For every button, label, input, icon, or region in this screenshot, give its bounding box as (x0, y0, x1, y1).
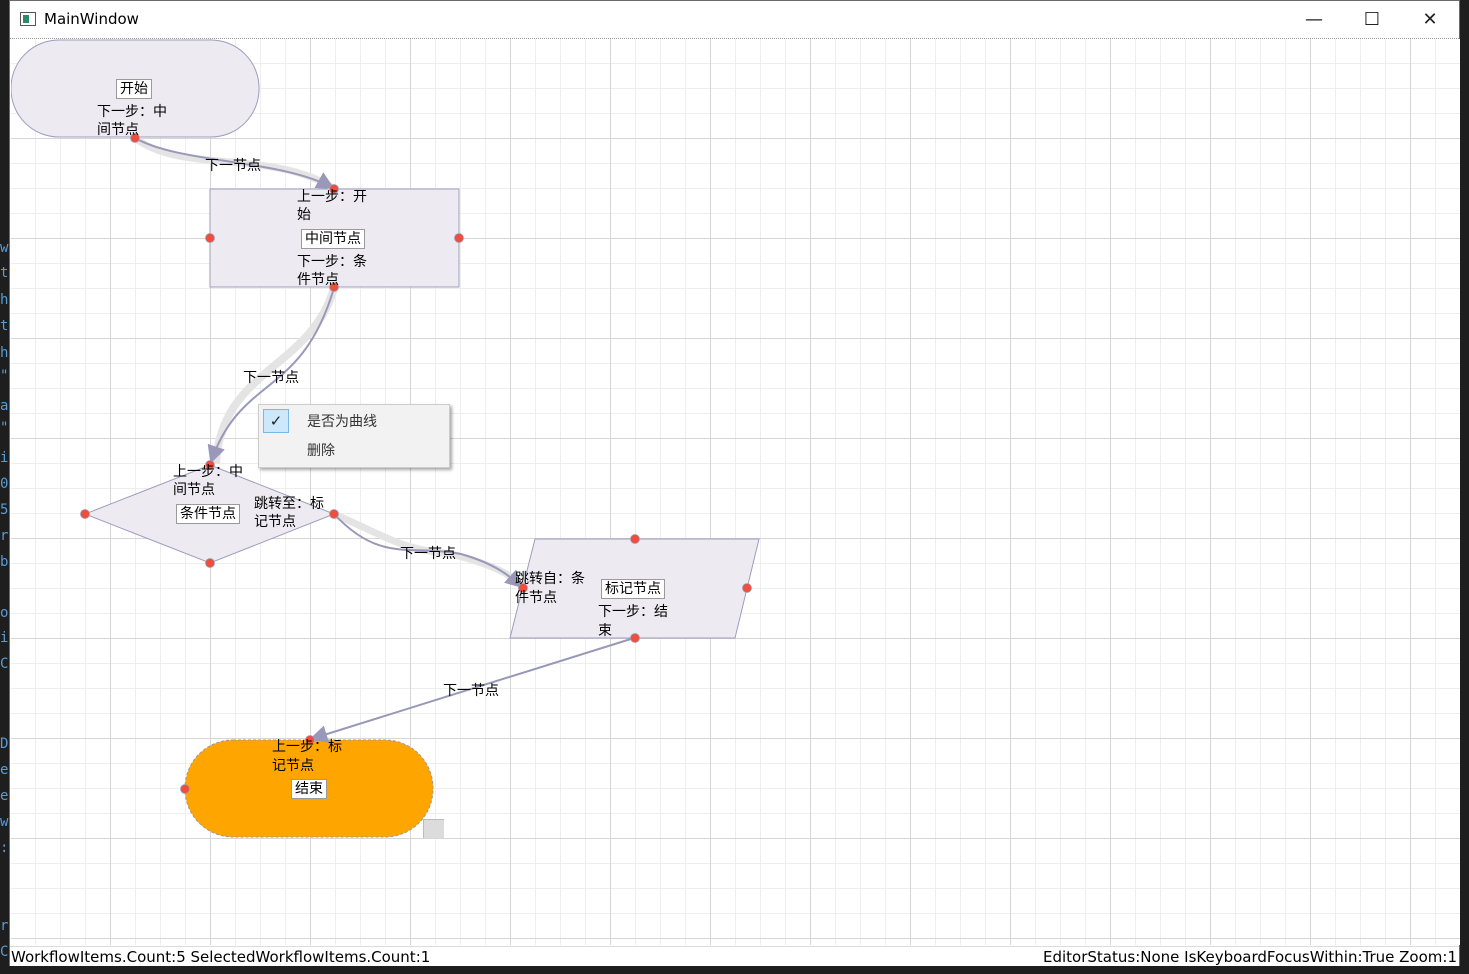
start-next-line1: 下一步：中 (97, 104, 167, 120)
close-button[interactable]: ✕ (1401, 1, 1459, 38)
resize-grip[interactable] (423, 819, 444, 838)
status-right-text: EditorStatus:None IsKeyboardFocusWithin:… (1043, 948, 1457, 966)
minimize-button[interactable]: — (1285, 1, 1343, 38)
condition-prev-line2: 间节点 (173, 482, 215, 498)
start-next-line2: 间节点 (97, 122, 139, 138)
mark-next-line1: 下一步：结 (598, 604, 668, 620)
condition-prev-line1: 上一步：中 (173, 464, 243, 480)
menu-item-curve-label: 是否为曲线 (307, 414, 377, 430)
mark-node-name: 标记节点 (601, 579, 665, 599)
edge-label-2[interactable]: 下一节点 (243, 367, 299, 387)
menu-item-delete[interactable]: 删除 (259, 435, 449, 463)
check-icon: ✓ (263, 409, 289, 433)
mark-from-line2: 件节点 (515, 590, 557, 606)
connector-dot[interactable] (329, 509, 339, 519)
workflow-canvas[interactable]: 开始 下一步：中 间节点 上一步：开 始 中间节点 下一步：条 件节点 上一步：… (11, 39, 1460, 945)
middle-prev-line1: 上一步：开 (297, 189, 367, 205)
middle-node-name: 中间节点 (301, 229, 365, 249)
condition-node-name: 条件节点 (176, 504, 240, 524)
condition-jump-line1: 跳转至：标 (254, 496, 324, 512)
mark-next-line2: 束 (598, 623, 612, 639)
connector-dot[interactable] (630, 534, 640, 544)
connector-dot[interactable] (454, 233, 464, 243)
window-title: MainWindow (44, 10, 139, 28)
edge-label-3[interactable]: 下一节点 (400, 543, 456, 563)
start-node-name: 开始 (116, 79, 152, 99)
mark-from-line1: 跳转自：条 (515, 571, 585, 587)
background-editor-bottom (0, 966, 1469, 974)
title-bar[interactable]: MainWindow — ☐ ✕ (10, 1, 1459, 39)
main-window: MainWindow — ☐ ✕ 开始 下一步：中 间节点 上一步：开 始 中间… (9, 0, 1460, 967)
status-bar: WorkflowItems.Count:5 SelectedWorkflowIt… (10, 946, 1459, 967)
end-prev-line1: 上一步：标 (272, 739, 342, 755)
condition-jump-line2: 记节点 (254, 514, 296, 530)
edge-label-4[interactable]: 下一节点 (443, 680, 499, 700)
connector-dot[interactable] (205, 233, 215, 243)
end-prev-line2: 记节点 (272, 758, 314, 774)
end-node-name: 结束 (291, 779, 327, 799)
connector-dot[interactable] (742, 583, 752, 593)
connector-dot[interactable] (80, 509, 90, 519)
middle-next-line1: 下一步：条 (297, 254, 367, 270)
context-menu: ✓ 是否为曲线 删除 (258, 404, 450, 468)
connector-dot[interactable] (180, 784, 190, 794)
connector-dot[interactable] (205, 558, 215, 568)
menu-item-delete-label: 删除 (307, 443, 335, 459)
background-editor-edge: wth t h " a " i 05r boi CDe ew: rC (0, 240, 9, 960)
middle-next-line2: 件节点 (297, 272, 339, 288)
connector-dot[interactable] (630, 633, 640, 643)
status-left-text: WorkflowItems.Count:5 SelectedWorkflowIt… (11, 948, 431, 966)
edge-label-1[interactable]: 下一节点 (205, 155, 261, 175)
middle-prev-line2: 始 (297, 207, 311, 223)
menu-item-curve[interactable]: ✓ 是否为曲线 (259, 406, 449, 434)
maximize-button[interactable]: ☐ (1343, 1, 1401, 38)
app-icon (20, 12, 36, 26)
